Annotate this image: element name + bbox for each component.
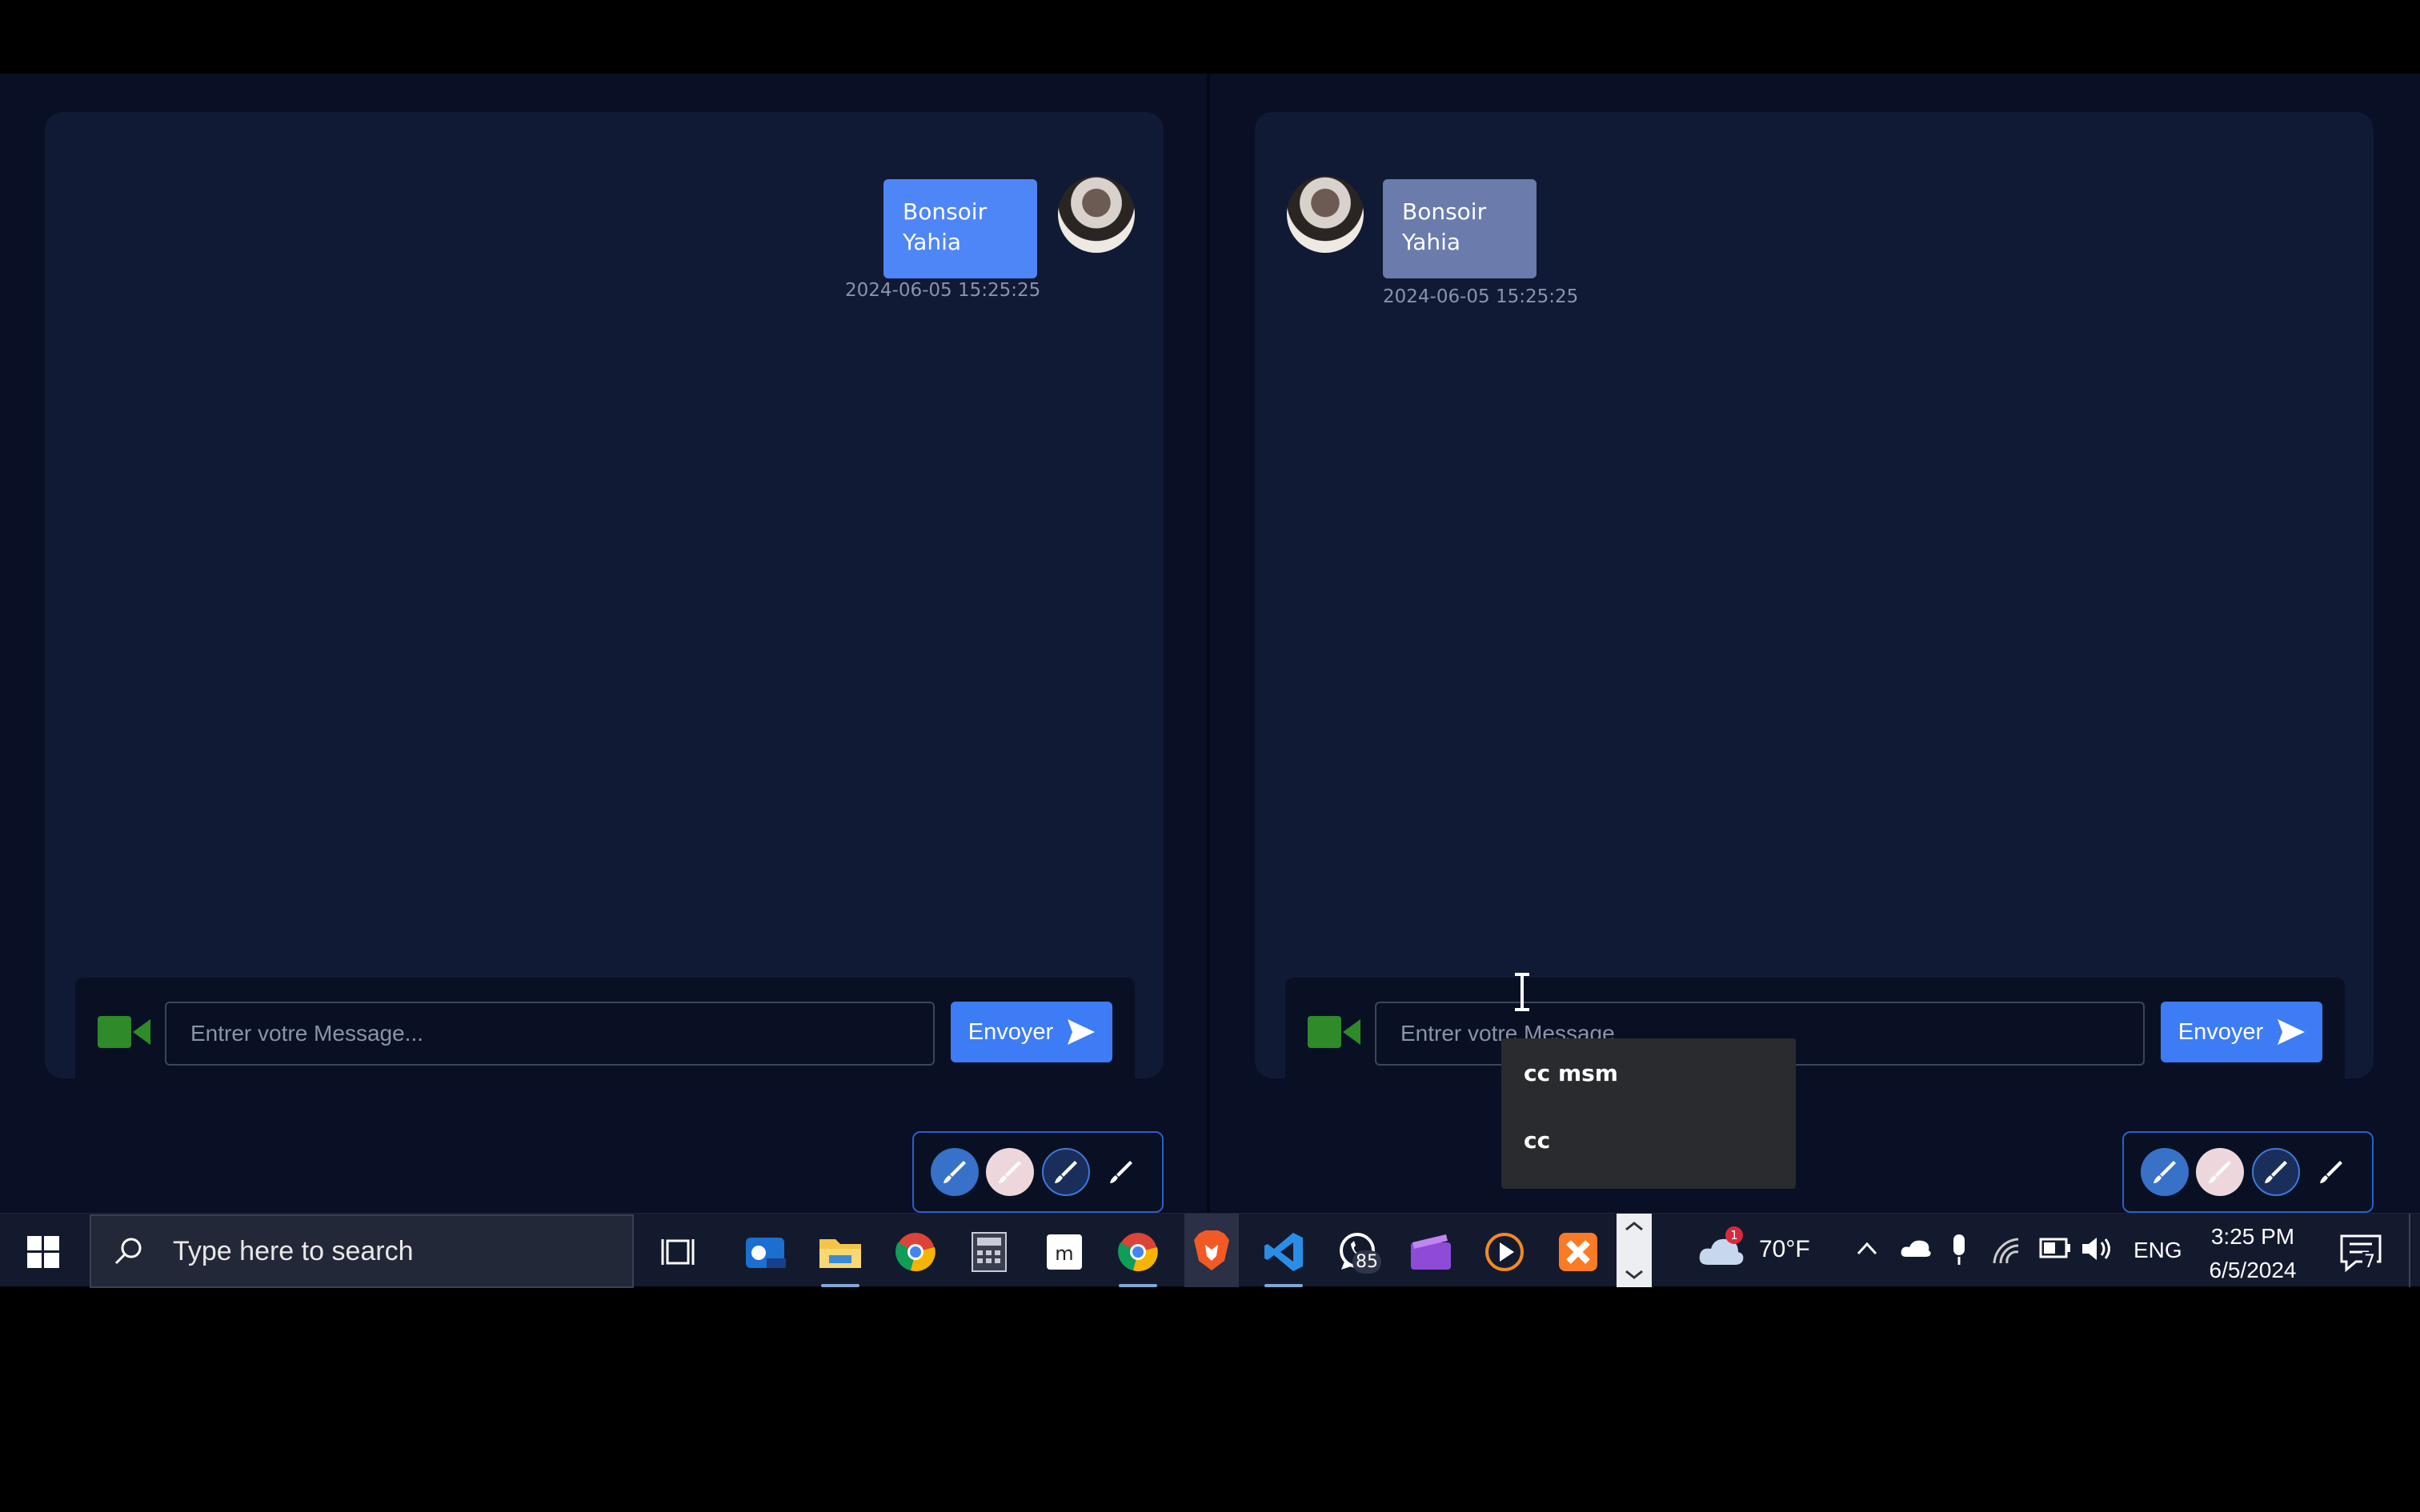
chat-panel-left: Bonsoir Yahia 2024-06-05 15:25:25 Envoye…	[45, 112, 1164, 1086]
media-player-icon[interactable]	[1482, 1230, 1527, 1274]
message-text-line2: Yahia	[1402, 229, 1461, 255]
message-composer: Envoyer	[75, 978, 1135, 1086]
message-composer: Envoyer	[1285, 978, 2345, 1086]
brush-dark-icon[interactable]	[1097, 1148, 1146, 1196]
temperature[interactable]: 70°F	[1759, 1236, 1810, 1263]
taskbar-search[interactable]: Type here to search	[90, 1214, 634, 1288]
message-text-line2: Yahia	[903, 229, 962, 255]
clock-time: 3:25 PM	[2210, 1224, 2295, 1249]
running-indicator	[1119, 1284, 1157, 1287]
task-view-icon[interactable]	[658, 1230, 703, 1274]
file-explorer-icon[interactable]	[818, 1230, 863, 1287]
running-indicator	[1264, 1284, 1303, 1287]
clipchamp-icon[interactable]	[1408, 1230, 1453, 1274]
overflow-scroll[interactable]	[1617, 1214, 1652, 1287]
avatar	[1287, 176, 1364, 253]
volume-icon[interactable]	[2081, 1234, 2113, 1263]
brush-blue-icon[interactable]	[930, 1148, 979, 1196]
clock[interactable]: 3:25 PM 6/5/2024	[2193, 1220, 2313, 1287]
svg-text:m: m	[1055, 1242, 1073, 1265]
wifi-icon[interactable]	[1993, 1234, 2020, 1265]
text-cursor-icon	[1515, 973, 1529, 1011]
video-camera-icon[interactable]	[1308, 1014, 1360, 1050]
taskbar: Type here to search m 85 1 70°F ENG 3:25…	[0, 1213, 2420, 1288]
language-indicator[interactable]: ENG	[2134, 1238, 2182, 1263]
calculator-icon[interactable]	[967, 1230, 1012, 1274]
message-timestamp: 2024-06-05 15:25:25	[845, 280, 1041, 301]
brush-dark-icon[interactable]	[2307, 1148, 2356, 1196]
send-button[interactable]: Envoyer	[951, 1002, 1112, 1062]
clock-date: 6/5/2024	[2209, 1258, 2297, 1282]
search-icon	[114, 1238, 142, 1265]
send-button-label: Envoyer	[968, 1018, 1054, 1045]
windows-start-icon[interactable]	[27, 1236, 59, 1268]
chevron-up-icon[interactable]	[1855, 1241, 1879, 1257]
whatsapp-badge: 85	[1352, 1250, 1381, 1274]
avatar	[1058, 176, 1135, 253]
notification-count: 7	[2362, 1252, 2377, 1272]
onedrive-icon[interactable]	[1900, 1238, 1932, 1260]
search-placeholder: Type here to search	[173, 1235, 414, 1266]
drawing-toolbar-left	[912, 1131, 1164, 1213]
chat-panel-right: Bonsoir Yahia 2024-06-05 15:25:25 Envoye…	[1255, 112, 2374, 1086]
chrome-icon[interactable]	[1116, 1230, 1160, 1287]
xampp-icon[interactable]	[1556, 1230, 1601, 1274]
message-text-line1: Bonsoir	[903, 198, 988, 225]
microphone-icon[interactable]	[1949, 1233, 1969, 1266]
brush-navy-icon[interactable]	[2251, 1148, 2300, 1196]
autocomplete-item[interactable]: cc	[1501, 1130, 1796, 1197]
battery-icon[interactable]	[2039, 1238, 2071, 1258]
brush-blue-icon[interactable]	[2140, 1148, 2189, 1196]
vscode-icon[interactable]	[1261, 1230, 1306, 1287]
weather-badge: 1	[1725, 1226, 1743, 1244]
app-screen: Bonsoir Yahia 2024-06-05 15:25:25 Envoye…	[0, 74, 2420, 1213]
send-button[interactable]: Envoyer	[2161, 1002, 2322, 1062]
outlook-icon[interactable]	[743, 1230, 787, 1274]
chrome-icon[interactable]	[893, 1230, 938, 1274]
send-button-label: Envoyer	[2178, 1018, 2264, 1045]
autocomplete-dropdown: cc msm cc	[1501, 1038, 1796, 1189]
running-indicator	[821, 1284, 859, 1287]
show-desktop[interactable]	[2409, 1214, 2410, 1287]
send-icon	[2278, 1019, 2306, 1045]
brave-icon[interactable]	[1184, 1214, 1239, 1287]
app-icon[interactable]: m	[1042, 1230, 1087, 1274]
brush-navy-icon[interactable]	[1041, 1148, 1090, 1196]
drawing-toolbar-right	[2122, 1131, 2374, 1213]
message-input[interactable]	[165, 1002, 935, 1066]
message-bubble: Bonsoir Yahia	[883, 179, 1037, 278]
message-timestamp: 2024-06-05 15:25:25	[1383, 286, 1579, 307]
panel-divider	[1207, 74, 1210, 1213]
notification-icon[interactable]	[2337, 1231, 2385, 1273]
video-camera-icon[interactable]	[98, 1014, 150, 1050]
brush-pink-icon[interactable]	[986, 1148, 1035, 1196]
brush-pink-icon[interactable]	[2196, 1148, 2245, 1196]
message-bubble: Bonsoir Yahia	[1383, 179, 1537, 278]
autocomplete-item[interactable]: cc msm	[1501, 1062, 1796, 1130]
message-text-line1: Bonsoir	[1402, 198, 1487, 225]
send-icon	[1068, 1019, 1096, 1045]
